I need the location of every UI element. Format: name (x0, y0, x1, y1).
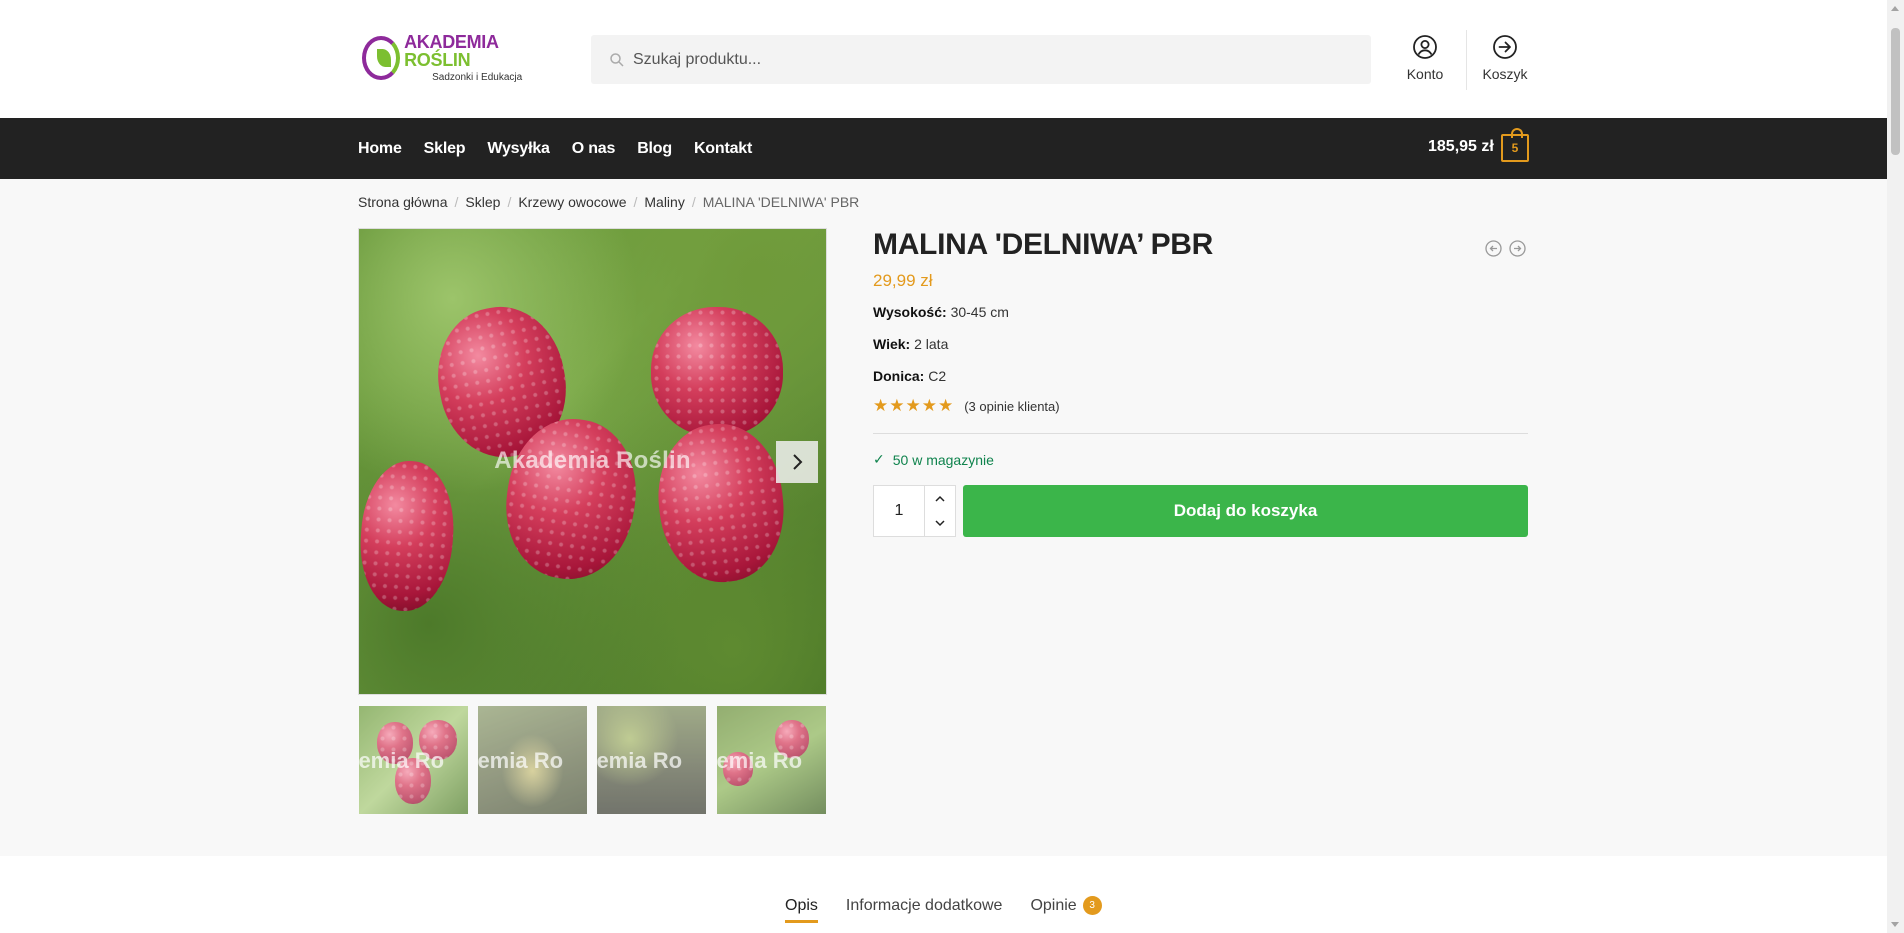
scroll-up-icon[interactable] (1891, 6, 1899, 11)
arrow-right-circle-icon (1493, 35, 1517, 59)
logo-tagline: Sadzonki i Edukacja (432, 72, 523, 83)
logo-leaf-icon (362, 36, 401, 80)
account-link[interactable]: Konto (1395, 34, 1455, 82)
summary-divider (873, 433, 1528, 434)
cart-total[interactable]: 185,95 zł (1428, 138, 1494, 156)
nav-item-kontakt[interactable]: Kontakt (694, 140, 752, 158)
star-rating-icon: ★★★★★ (873, 396, 955, 415)
product-price: 29,99 zł (873, 271, 933, 290)
logo-brand-part1: AKADEMIA (404, 32, 499, 52)
nav-item-sklep[interactable]: Sklep (424, 140, 466, 158)
search-input[interactable] (633, 35, 1353, 84)
gallery-thumbnail[interactable]: demia Ro (359, 706, 468, 814)
cart-link-label: Koszyk (1482, 66, 1528, 82)
logo-brand-part2: ROŚLIN (404, 50, 471, 70)
account-label: Konto (1406, 66, 1444, 82)
breadcrumb: Strona główna / Sklep / Krzewy owocowe /… (358, 194, 859, 210)
gallery-thumbnail[interactable]: demia Ro (478, 706, 587, 814)
chevron-right-icon (793, 454, 803, 470)
tab-opinie[interactable]: Opinie 3 (1030, 896, 1102, 921)
tab-informacje-dodatkowe[interactable]: Informacje dodatkowe (846, 897, 1003, 921)
nav-item-home[interactable]: Home (358, 140, 402, 158)
user-icon (1413, 35, 1437, 59)
attribute-height: Wysokość: 30-45 cm (873, 304, 1009, 320)
quantity-decrease-icon[interactable] (925, 511, 955, 536)
breadcrumb-home[interactable]: Strona główna (358, 194, 448, 210)
gallery-next-button[interactable] (776, 441, 818, 483)
nav-item-o-nas[interactable]: O nas (572, 140, 616, 158)
breadcrumb-separator: / (633, 194, 638, 210)
attribute-age: Wiek: 2 lata (873, 336, 949, 352)
gallery-thumbnail[interactable]: demia Ro (597, 706, 706, 814)
tab-opis[interactable]: Opis (785, 897, 818, 923)
scrollbar-thumb[interactable] (1891, 28, 1900, 155)
cart-link[interactable]: Koszyk (1475, 34, 1535, 82)
image-watermark: Akademia Roślin (494, 447, 691, 474)
check-icon: ✓ (873, 451, 885, 467)
main-navigation: Home Sklep Wysyłka O nas Blog Kontakt 18… (0, 118, 1887, 179)
breadcrumb-separator: / (507, 194, 512, 210)
breadcrumb-separator: / (454, 194, 459, 210)
breadcrumb-maliny[interactable]: Maliny (644, 194, 684, 210)
product-main-image[interactable]: Akademia Roślin (358, 228, 827, 695)
add-to-cart-button[interactable]: Dodaj do koszyka (963, 485, 1528, 537)
site-header: AKADEMIA ROŚLIN Sadzonki i Edukacja Kont… (0, 0, 1887, 118)
reviews-count-badge: 3 (1082, 896, 1102, 915)
reviews-link[interactable]: (3 opinie klienta) (964, 399, 1059, 414)
nav-menu: Home Sklep Wysyłka O nas Blog Kontakt (358, 118, 774, 179)
breadcrumb-sklep[interactable]: Sklep (465, 194, 500, 210)
nav-item-blog[interactable]: Blog (637, 140, 672, 158)
product-rating: ★★★★★ (3 opinie klienta) (873, 396, 1060, 416)
search-bar (591, 35, 1371, 84)
product-title: MALINA 'DELNIWA’ PBR (873, 228, 1214, 261)
search-icon (610, 53, 624, 67)
product-tabs-panel: Opis Informacje dodatkowe Opinie 3 (0, 856, 1887, 933)
breadcrumb-current: MALINA 'DELNIWA' PBR (702, 194, 860, 210)
nav-item-wysylka[interactable]: Wysyłka (487, 140, 550, 158)
scroll-down-icon[interactable] (1891, 922, 1899, 927)
previous-product-icon[interactable] (1485, 240, 1502, 257)
raspberry-fruit (651, 307, 783, 437)
quantity-increase-icon[interactable] (925, 486, 955, 511)
breadcrumb-separator: / (691, 194, 696, 210)
attribute-pot: Donica: C2 (873, 368, 947, 384)
page-scrollbar[interactable] (1887, 0, 1904, 933)
product-navigation (1485, 240, 1526, 257)
site-logo[interactable]: AKADEMIA ROŚLIN Sadzonki i Edukacja (362, 33, 542, 83)
product-tabs: Opis Informacje dodatkowe Opinie 3 (785, 896, 1130, 923)
stock-status: ✓ 50 w magazynie (873, 451, 994, 468)
next-product-icon[interactable] (1509, 240, 1526, 257)
gallery-thumbnail[interactable]: demia Ro (717, 706, 826, 814)
quantity-stepper (873, 485, 956, 537)
breadcrumb-krzewy-owocowe[interactable]: Krzewy owocowe (518, 194, 626, 210)
quantity-input[interactable] (874, 486, 924, 536)
header-divider (1466, 30, 1467, 90)
cart-bag-icon[interactable]: 5 (1501, 128, 1529, 162)
